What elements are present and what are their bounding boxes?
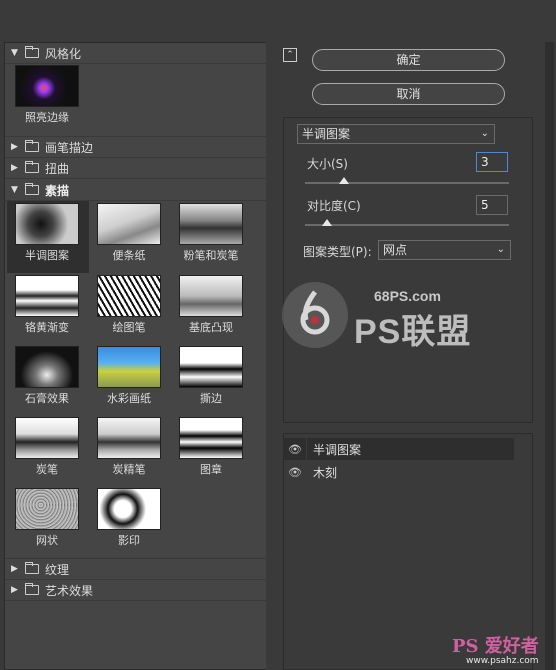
- contrast-slider-knob[interactable]: [322, 219, 332, 226]
- size-label: 大小(S): [307, 157, 348, 171]
- filter-thumb-glowing-edges[interactable]: [15, 65, 79, 107]
- filter-gallery-panel: ▼ 风格化 照亮边缘 ▶ 画笔描边 ▶ 扭曲 ▼ 素描 半调图案 便条纸 粉笔和…: [4, 42, 268, 670]
- filter-thumb-halftone[interactable]: [15, 203, 79, 245]
- filter-label: 网状: [36, 534, 58, 547]
- effect-layer-row[interactable]: 👁 半调图案: [284, 438, 514, 461]
- category-label: 纹理: [45, 562, 70, 577]
- effect-layer-row[interactable]: 👁 木刻: [284, 461, 514, 484]
- pattern-type-value: 网点: [383, 243, 408, 257]
- filter-label: 水彩画纸: [107, 392, 151, 405]
- filter-label: 影印: [118, 534, 140, 547]
- chevron-right-icon: ▶: [11, 585, 18, 595]
- gallery-scrollbar[interactable]: [266, 42, 274, 670]
- filter-thumb-charcoal[interactable]: [15, 417, 79, 459]
- filter-label: 图章: [200, 463, 222, 476]
- eye-icon[interactable]: 👁: [284, 438, 307, 460]
- filter-label: 半调图案: [25, 249, 69, 262]
- category-label: 扭曲: [45, 161, 70, 176]
- corner-watermark-url: www.psahz.com: [466, 656, 539, 666]
- folder-icon: [25, 183, 39, 195]
- filter-label: 石膏效果: [25, 392, 69, 405]
- category-stylize[interactable]: ▼ 风格化: [5, 43, 267, 64]
- chevron-right-icon: ▶: [11, 564, 18, 574]
- category-sketch[interactable]: ▼ 素描: [5, 180, 267, 201]
- category-artistic[interactable]: ▶ 艺术效果: [5, 580, 267, 601]
- chevron-down-icon: ⌄: [480, 128, 489, 139]
- filter-thumb-torn-edges[interactable]: [179, 346, 243, 388]
- filter-label: 铬黄渐变: [25, 321, 69, 334]
- folder-icon: [25, 583, 39, 595]
- category-distort[interactable]: ▶ 扭曲: [5, 158, 267, 179]
- eye-icon[interactable]: 👁: [284, 461, 307, 483]
- filter-thumb-stamp[interactable]: [179, 417, 243, 459]
- watermark-logo: [282, 282, 348, 348]
- filter-thumb-reticulation[interactable]: [15, 488, 79, 530]
- layers-scrollbar[interactable]: [545, 42, 554, 670]
- filter-thumb-chrome[interactable]: [15, 275, 79, 317]
- category-brush-strokes[interactable]: ▶ 画笔描边: [5, 136, 267, 158]
- category-label: 画笔描边: [45, 140, 94, 155]
- watermark-brand: PS联盟: [354, 313, 472, 351]
- logo-icon: [300, 290, 330, 335]
- category-label: 素描: [45, 183, 70, 198]
- contrast-slider-track[interactable]: [305, 224, 509, 226]
- pattern-type-select[interactable]: 网点 ⌄: [378, 240, 511, 260]
- ok-button[interactable]: 确定: [312, 49, 505, 71]
- filter-label: 撕边: [200, 392, 222, 405]
- collapse-gallery-button[interactable]: ⌃: [283, 48, 297, 62]
- filter-thumb-plaster[interactable]: [15, 346, 79, 388]
- folder-icon: [25, 140, 39, 152]
- contrast-label: 对比度(C): [307, 199, 361, 213]
- filter-label: 绘图笔: [112, 321, 146, 334]
- size-slider-track[interactable]: [305, 182, 509, 184]
- chevron-down-icon: ▼: [11, 48, 18, 58]
- effect-layer-label: 木刻: [313, 465, 338, 480]
- chevron-right-icon: ▶: [11, 163, 18, 173]
- chevron-right-icon: ▶: [11, 142, 18, 152]
- filter-select[interactable]: 半调图案 ⌄: [297, 124, 495, 144]
- folder-icon: [25, 46, 39, 58]
- filter-label: 照亮边缘: [25, 111, 69, 124]
- pattern-type-label: 图案类型(P):: [303, 245, 372, 259]
- filter-thumb-conte-crayon[interactable]: [97, 417, 161, 459]
- filter-thumb-graphic-pen[interactable]: [97, 275, 161, 317]
- category-texture[interactable]: ▶ 纹理: [5, 558, 267, 580]
- filter-label: 炭笔: [36, 463, 58, 476]
- filter-label: 基底凸现: [189, 321, 233, 334]
- corner-watermark: PS 爱好者: [452, 636, 539, 657]
- filter-label: 炭精笔: [112, 463, 146, 476]
- filter-thumb-note-paper[interactable]: [97, 203, 161, 245]
- chevron-down-icon: ▼: [11, 185, 18, 195]
- filter-thumb-chalk-charcoal[interactable]: [179, 203, 243, 245]
- chevron-down-icon: ⌄: [496, 244, 505, 255]
- filter-label: 粉笔和炭笔: [183, 249, 239, 262]
- filter-select-value: 半调图案: [302, 127, 351, 141]
- folder-icon: [25, 562, 39, 574]
- filter-thumb-photocopy[interactable]: [97, 488, 161, 530]
- cancel-button[interactable]: 取消: [312, 83, 505, 105]
- filter-thumb-bas-relief[interactable]: [179, 275, 243, 317]
- size-input[interactable]: 3: [476, 152, 508, 172]
- effect-layer-label: 半调图案: [313, 442, 362, 457]
- folder-icon: [25, 161, 39, 173]
- filter-thumb-water-paper[interactable]: [97, 346, 161, 388]
- watermark-site: 68PS.com: [374, 288, 441, 304]
- filter-label: 便条纸: [112, 249, 146, 262]
- category-label: 艺术效果: [45, 583, 94, 598]
- category-label: 风格化: [45, 46, 82, 61]
- contrast-input[interactable]: 5: [476, 195, 508, 215]
- size-slider-knob[interactable]: [339, 177, 349, 184]
